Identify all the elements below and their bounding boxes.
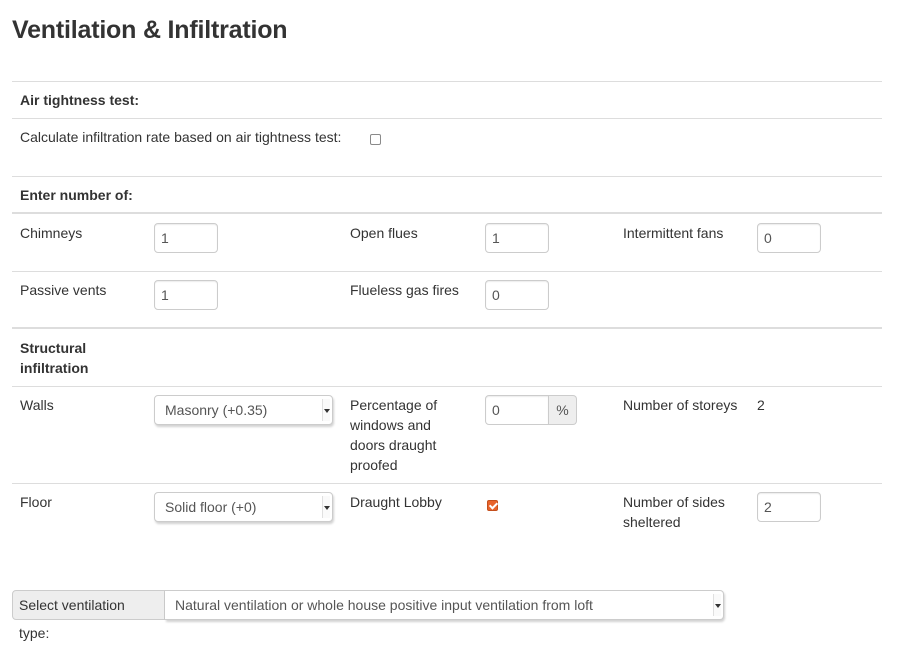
open-flues-input[interactable]: 1	[485, 223, 549, 253]
draught-pct-label-line4: proofed	[350, 457, 398, 473]
floor-label: Floor	[20, 494, 52, 510]
chevron-down-icon	[322, 399, 330, 421]
air-tightness-calc-label: Calculate infiltration rate based on air…	[20, 129, 342, 145]
divider	[12, 212, 882, 214]
air-tightness-heading: Air tightness test:	[20, 92, 140, 108]
flueless-gas-fires-label: Flueless gas fires	[350, 282, 459, 298]
divider	[12, 176, 882, 177]
structural-heading-line1: Structural	[20, 340, 87, 356]
storeys-label: Number of storeys	[623, 397, 738, 413]
draught-pct-input[interactable]: 0	[485, 395, 549, 425]
passive-vents-input[interactable]: 1	[154, 280, 218, 310]
draught-lobby-label: Draught Lobby	[350, 494, 442, 510]
ventilation-type-select[interactable]: Natural ventilation or whole house posit…	[165, 590, 724, 620]
air-tightness-calc-checkbox[interactable]	[370, 134, 381, 145]
sides-sheltered-label-line1: Number of sides	[623, 494, 725, 510]
draught-pct-label-line2: windows and	[350, 417, 431, 433]
page-title: Ventilation & Infiltration	[12, 16, 288, 44]
divider	[12, 483, 882, 484]
ventilation-infiltration-page: Ventilation & Infiltration Air tightness…	[0, 0, 898, 641]
ventilation-type-group: Select ventilation type: Natural ventila…	[12, 590, 724, 641]
divider	[12, 271, 882, 272]
divider	[12, 386, 882, 387]
counts-heading: Enter number of:	[20, 187, 133, 203]
sides-sheltered-input[interactable]: 2	[757, 492, 821, 522]
chevron-down-icon	[713, 594, 721, 616]
walls-label: Walls	[20, 397, 54, 413]
divider	[12, 327, 882, 329]
flueless-gas-fires-input[interactable]: 0	[485, 280, 549, 310]
chimneys-input[interactable]: 1	[154, 223, 218, 253]
storeys-value: 2	[757, 397, 765, 413]
structural-heading-line2: infiltration	[20, 360, 89, 376]
divider	[12, 118, 882, 119]
percent-addon: %	[549, 395, 577, 425]
divider	[12, 81, 882, 82]
floor-selected-value: Solid floor (+0)	[165, 499, 257, 515]
draught-lobby-checkbox[interactable]	[487, 500, 498, 511]
ventilation-selected-value: Natural ventilation or whole house posit…	[175, 597, 593, 613]
ventilation-type-label: Select ventilation type:	[12, 590, 165, 641]
chevron-down-icon	[322, 496, 330, 518]
draught-pct-label-line3: doors draught	[350, 437, 437, 453]
passive-vents-label: Passive vents	[20, 282, 107, 298]
intermittent-fans-input[interactable]: 0	[757, 223, 821, 253]
walls-select[interactable]: Masonry (+0.35)	[154, 395, 333, 425]
chimneys-label: Chimneys	[20, 225, 83, 241]
draught-pct-label-line1: Percentage of	[350, 397, 438, 413]
walls-selected-value: Masonry (+0.35)	[165, 402, 268, 418]
open-flues-label: Open flues	[350, 225, 418, 241]
intermittent-fans-label: Intermittent fans	[623, 225, 724, 241]
floor-select[interactable]: Solid floor (+0)	[154, 492, 333, 522]
sides-sheltered-label-line2: sheltered	[623, 514, 681, 530]
